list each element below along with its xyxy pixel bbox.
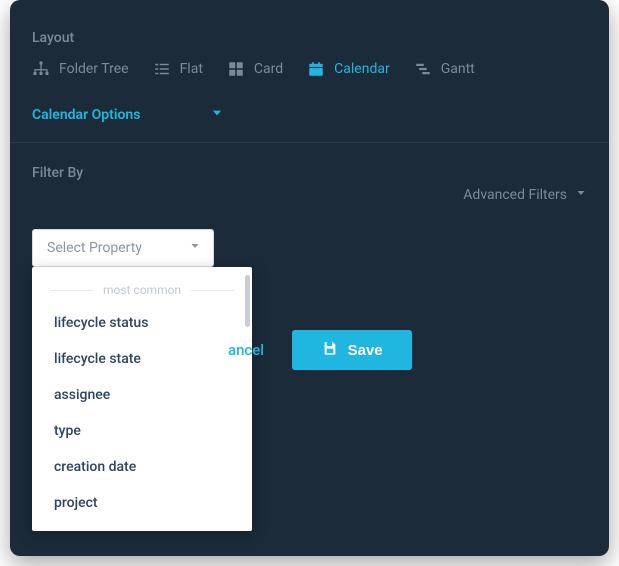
property-select-button[interactable]: Select Property [32, 229, 214, 267]
flat-icon [153, 60, 171, 78]
gantt-icon [414, 60, 432, 78]
chevron-down-icon [575, 187, 587, 203]
dropdown-option-assignee[interactable]: assignee [32, 377, 252, 413]
property-select: Select Property most common lifecycle st… [32, 229, 214, 267]
save-icon [322, 340, 338, 360]
advanced-filters-toggle[interactable]: Advanced Filters [463, 187, 587, 203]
dropdown-option-type[interactable]: type [32, 413, 252, 449]
advanced-filters-label: Advanced Filters [463, 187, 567, 203]
dropdown-option-lifecycle-state[interactable]: lifecycle state [32, 341, 252, 377]
chevron-down-icon [189, 240, 201, 256]
layout-flat[interactable]: Flat [153, 60, 203, 78]
dropdown-option-lifecycle-status[interactable]: lifecycle status [32, 305, 252, 341]
settings-panel: Layout Folder Tree Flat Card Calendar [10, 0, 609, 556]
layout-folder-tree[interactable]: Folder Tree [32, 60, 129, 78]
layout-item-label: Flat [180, 61, 203, 77]
filter-by-label: Filter By [10, 143, 609, 187]
layout-calendar[interactable]: Calendar [307, 60, 390, 78]
save-button-label: Save [348, 342, 383, 359]
divider-line [191, 290, 234, 291]
calendar-icon [307, 60, 325, 78]
layout-item-label: Card [254, 61, 283, 77]
layout-item-label: Folder Tree [59, 61, 129, 77]
property-select-placeholder: Select Property [47, 240, 142, 256]
chevron-down-icon [210, 106, 224, 124]
divider-line [50, 290, 93, 291]
property-dropdown: most common lifecycle status lifecycle s… [32, 267, 252, 531]
layout-options-row: Folder Tree Flat Card Calendar Gantt [10, 58, 609, 96]
layout-card[interactable]: Card [227, 60, 283, 78]
card-icon [227, 60, 245, 78]
folder-tree-icon [32, 60, 50, 78]
layout-section-label: Layout [10, 0, 609, 58]
cancel-button[interactable]: ancel [228, 341, 264, 359]
layout-gantt[interactable]: Gantt [414, 60, 475, 78]
dropdown-group-label: most common [103, 283, 181, 297]
layout-item-label: Gantt [441, 61, 475, 77]
advanced-filters-row: Advanced Filters [10, 187, 609, 205]
save-button[interactable]: Save [292, 330, 412, 370]
calendar-options-toggle[interactable]: Calendar Options [10, 96, 609, 143]
scrollbar-thumb[interactable] [245, 275, 250, 327]
dropdown-option-project[interactable]: project [32, 485, 252, 521]
action-buttons: ancel Save [228, 330, 412, 370]
layout-item-label: Calendar [334, 61, 390, 77]
dropdown-group-header: most common [32, 279, 252, 305]
calendar-options-label: Calendar Options [32, 107, 140, 123]
dropdown-option-creation-date[interactable]: creation date [32, 449, 252, 485]
